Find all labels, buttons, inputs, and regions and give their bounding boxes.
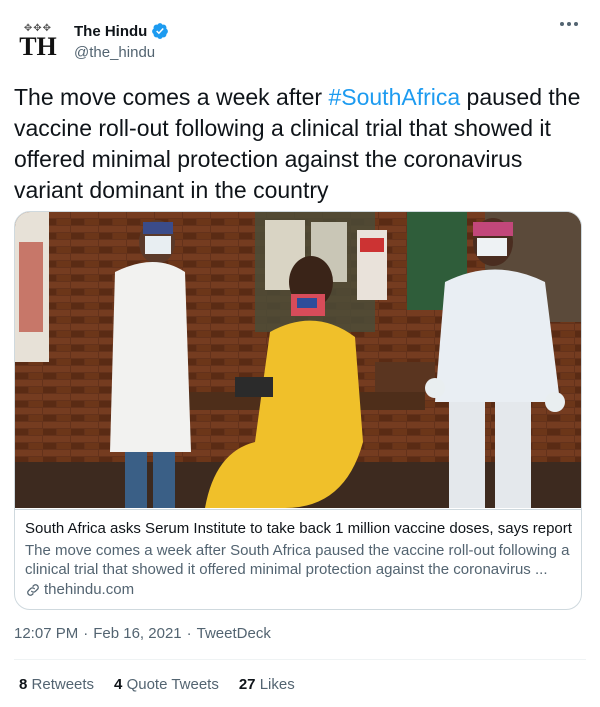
verified-badge-icon xyxy=(152,23,169,39)
tweet-date[interactable]: Feb 16, 2021 xyxy=(93,625,181,642)
divider xyxy=(14,659,586,660)
link-icon xyxy=(27,583,39,596)
likes-stat[interactable]: 27 Likes xyxy=(239,676,295,693)
avatar-monogram: TH xyxy=(19,32,57,61)
tweet: ✥✥✥ TH The Hindu @the_hindu The move com… xyxy=(0,0,600,707)
author-name-row[interactable]: The Hindu xyxy=(74,22,169,40)
tweet-text-start: The move comes a week after xyxy=(14,84,329,110)
meta-separator-2: · xyxy=(186,625,192,642)
card-domain[interactable]: thehindu.com xyxy=(25,581,134,598)
retweets-stat[interactable]: 8 Retweets xyxy=(19,676,94,693)
vaccination-scene-image xyxy=(15,212,581,508)
author-handle[interactable]: @the_hindu xyxy=(74,44,155,61)
quote-tweets-count: 4 xyxy=(114,676,123,693)
card-meta[interactable]: South Africa asks Serum Institute to tak… xyxy=(15,509,581,609)
quote-tweets-label: Quote Tweets xyxy=(126,676,219,693)
card-description: The move comes a week after South Africa… xyxy=(25,542,570,578)
meta-separator: · xyxy=(83,625,89,642)
tweet-text: The move comes a week after #SouthAfrica… xyxy=(14,82,584,206)
more-horizontal-icon[interactable] xyxy=(560,22,578,26)
quote-tweets-stat[interactable]: 4 Quote Tweets xyxy=(114,676,219,693)
hashtag-link[interactable]: #SouthAfrica xyxy=(328,84,460,110)
engagement-stats: 8 Retweets 4 Quote Tweets 27 Likes xyxy=(19,676,295,693)
card-image[interactable] xyxy=(15,212,581,508)
author-name[interactable]: The Hindu xyxy=(74,23,147,40)
card-title[interactable]: South Africa asks Serum Institute to tak… xyxy=(25,519,575,538)
avatar[interactable]: ✥✥✥ TH xyxy=(14,18,62,66)
tweet-source[interactable]: TweetDeck xyxy=(197,625,271,642)
likes-count: 27 xyxy=(238,676,256,693)
tweet-meta: 12:07 PM · Feb 16, 2021 · TweetDeck xyxy=(14,625,271,642)
tweet-time[interactable]: 12:07 PM xyxy=(14,625,78,642)
link-card[interactable]: South Africa asks Serum Institute to tak… xyxy=(14,211,582,610)
card-domain-label: thehindu.com xyxy=(44,581,135,598)
retweets-label: Retweets xyxy=(31,676,95,693)
likes-label: Likes xyxy=(259,676,295,693)
retweets-count: 8 xyxy=(19,676,28,693)
